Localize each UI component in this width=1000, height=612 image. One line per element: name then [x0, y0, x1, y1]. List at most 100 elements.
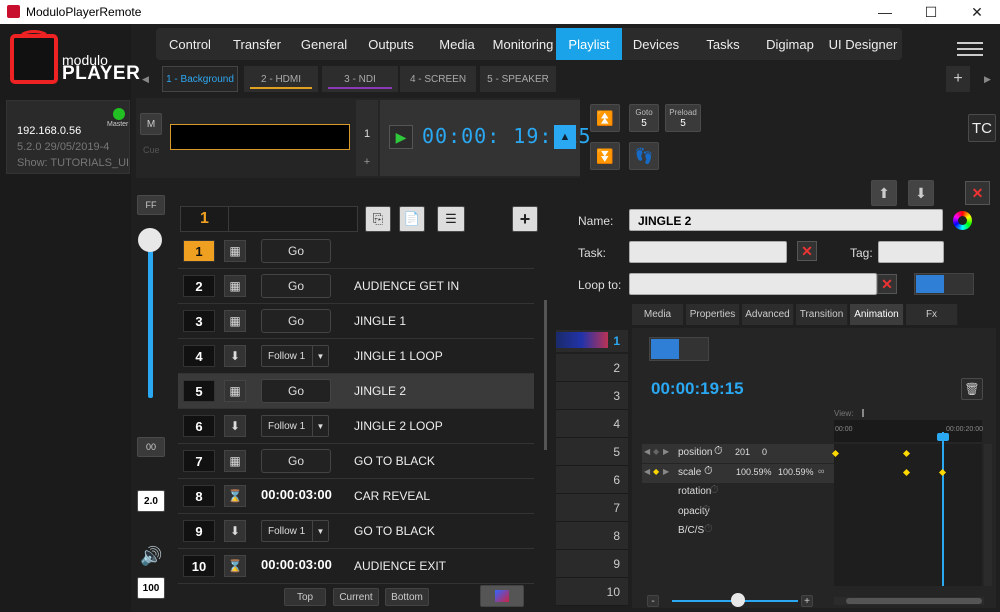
property-row[interactable]: ◀ ◆ ▶ position ⏱ 201 0: [642, 444, 834, 463]
move-up-icon[interactable]: ⬆: [871, 180, 897, 206]
layer-row-7[interactable]: 7: [556, 494, 628, 522]
arrow-down-icon[interactable]: ⬇: [224, 520, 246, 542]
tab-advanced[interactable]: Advanced: [742, 304, 794, 325]
layer-row-3[interactable]: 3: [556, 382, 628, 410]
playlist-row[interactable]: 2 ▦ Go AUDIENCE GET IN: [178, 269, 534, 304]
next-keyframe-icon[interactable]: ▶: [663, 467, 669, 476]
layer-tab-3[interactable]: 3 - NDI: [322, 66, 398, 92]
playhead[interactable]: [942, 432, 944, 586]
property-value-1[interactable]: 201: [735, 447, 750, 457]
timeline-vscroll[interactable]: [984, 444, 992, 586]
tab-digimap[interactable]: Digimap: [756, 28, 824, 60]
keyframe-diamond-icon[interactable]: ◆: [653, 467, 659, 476]
stopwatch-icon[interactable]: ⏱: [710, 484, 719, 497]
playlist-row[interactable]: 6 ⬇ Follow 1 ▼ JINGLE 2 LOOP: [178, 409, 534, 444]
scroll-bottom-button[interactable]: Bottom: [385, 588, 429, 606]
close-button[interactable]: ✕: [954, 0, 1000, 24]
arrow-down-icon[interactable]: ⬇: [224, 415, 246, 437]
zoom-plus-button[interactable]: +: [801, 595, 813, 607]
m-button[interactable]: M: [140, 113, 162, 135]
layer-row-1[interactable]: 1: [556, 330, 628, 352]
color-picker-icon[interactable]: [953, 211, 972, 230]
hourglass-icon[interactable]: ⌛: [224, 485, 246, 507]
arrow-down-icon[interactable]: ⬇: [224, 345, 246, 367]
goto-button[interactable]: Goto 5: [629, 104, 659, 132]
property-row[interactable]: ◀ ◆ ▶ scale ⏱ 100.59% 100.59% ∞: [642, 463, 834, 483]
tab-control[interactable]: Control: [156, 28, 224, 60]
cue-stepper[interactable]: 1 +: [356, 100, 378, 176]
view-slider[interactable]: [862, 409, 864, 417]
playlist-row[interactable]: 1 ▦ Go: [178, 234, 534, 269]
delete-cue-icon[interactable]: ✕: [965, 181, 990, 205]
device-panel[interactable]: 192.168.0.56 Master 5.2.0 29/05/2019-4 S…: [6, 100, 130, 174]
play-icon[interactable]: ▶: [389, 125, 413, 149]
layer-row-6[interactable]: 6: [556, 466, 628, 494]
tab-transfer[interactable]: Transfer: [224, 28, 290, 60]
checkered-flag-icon[interactable]: ▦: [224, 275, 246, 297]
footsteps-icon[interactable]: 👣: [629, 142, 659, 170]
tab-fx[interactable]: Fx: [906, 304, 958, 325]
preview-thumbnail-icon[interactable]: [480, 585, 524, 607]
tc-button[interactable]: TC: [968, 114, 996, 142]
master-fader-track[interactable]: [148, 240, 153, 398]
master-fader-handle[interactable]: [138, 228, 162, 252]
playlist-row[interactable]: 9 ⬇ Follow 1 ▼ GO TO BLACK: [178, 514, 534, 549]
layer-row-9[interactable]: 9: [556, 550, 628, 578]
skip-top-icon[interactable]: ⏫: [590, 104, 620, 132]
playlist-row[interactable]: 5 ▦ Go JINGLE 2: [178, 374, 534, 409]
add-cue-button[interactable]: +: [512, 206, 538, 232]
tab-tasks[interactable]: Tasks: [690, 28, 756, 60]
prev-keyframe-icon[interactable]: ◀: [644, 467, 650, 476]
property-row[interactable]: rotation ⏱: [642, 483, 834, 502]
layer-scroll-right-icon[interactable]: ▶: [984, 74, 991, 85]
go-button[interactable]: Go: [261, 274, 331, 298]
tab-transition[interactable]: Transition: [796, 304, 848, 325]
zoom-minus-button[interactable]: -: [647, 595, 659, 607]
tab-monitoring[interactable]: Monitoring: [490, 28, 556, 60]
follow-select[interactable]: Follow 1 ▼: [261, 520, 329, 542]
scroll-current-button[interactable]: Current: [333, 588, 379, 606]
layer-tab-2[interactable]: 2 - HDMI: [244, 66, 318, 92]
ff-button[interactable]: FF: [137, 195, 165, 215]
layer-row-4[interactable]: 4: [556, 410, 628, 438]
layer-row-8[interactable]: 8: [556, 522, 628, 550]
link-icon[interactable]: ∞: [818, 466, 824, 476]
go-button[interactable]: Go: [261, 309, 331, 333]
prev-keyframe-icon[interactable]: ◀: [644, 447, 650, 456]
maximize-button[interactable]: ☐: [908, 0, 954, 24]
tab-playlist[interactable]: Playlist: [556, 28, 622, 60]
timeline-ruler[interactable]: 00:00 00:00:20:00: [834, 420, 983, 442]
tab-devices[interactable]: Devices: [622, 28, 690, 60]
checkered-flag-icon[interactable]: ▦: [224, 240, 246, 262]
timeline-area[interactable]: [834, 444, 982, 586]
layer-tab-1[interactable]: 1 - Background: [162, 66, 238, 92]
tab-general[interactable]: General: [290, 28, 358, 60]
wait-time-value[interactable]: 00:00:03:00: [261, 557, 332, 572]
menu-icon[interactable]: [957, 38, 983, 58]
minimize-button[interactable]: —: [862, 0, 908, 24]
checkered-flag-icon[interactable]: ▦: [224, 450, 246, 472]
go-button[interactable]: Go: [261, 449, 331, 473]
scroll-top-button[interactable]: Top: [284, 588, 326, 606]
volume-field[interactable]: 100: [137, 577, 165, 599]
playlist-row[interactable]: 4 ⬇ Follow 1 ▼ JINGLE 1 LOOP: [178, 339, 534, 374]
copy-icon[interactable]: 📄: [399, 206, 425, 232]
property-value-2[interactable]: 0: [762, 447, 767, 457]
cue-plus-icon[interactable]: +: [356, 156, 378, 168]
layer-row-5[interactable]: 5: [556, 438, 628, 466]
name-field[interactable]: JINGLE 2: [629, 209, 943, 231]
clear-task-icon[interactable]: ✕: [797, 241, 817, 261]
stopwatch-icon[interactable]: ⏱: [714, 445, 723, 458]
loop-to-field[interactable]: [629, 273, 877, 295]
property-value-2[interactable]: 100.59%: [778, 467, 814, 477]
playlist-scrollbar[interactable]: [544, 300, 547, 450]
playhead-handle[interactable]: [937, 433, 949, 441]
layer-tab-5[interactable]: 5 - SPEAKER: [480, 66, 556, 92]
go-button[interactable]: Go: [261, 379, 331, 403]
stopwatch-icon[interactable]: ⏱: [704, 465, 713, 478]
trash-icon[interactable]: 🗑: [961, 378, 983, 400]
layer-tab-4[interactable]: 4 - SCREEN: [400, 66, 476, 92]
speed-field[interactable]: 2.0: [137, 490, 165, 512]
playlist-row[interactable]: 8 ⌛ 00:00:03:00 CAR REVEAL: [178, 479, 534, 514]
move-down-icon[interactable]: ⬇: [908, 180, 934, 206]
